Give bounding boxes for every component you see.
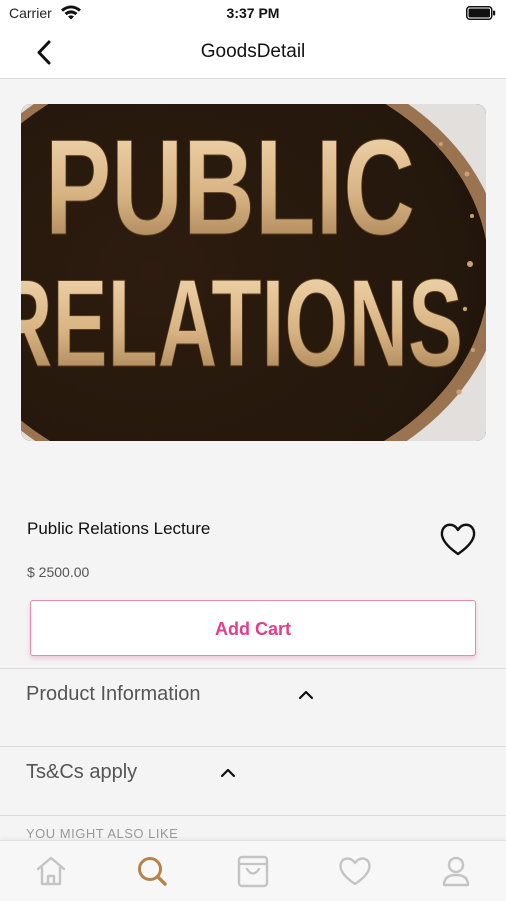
tab-cart[interactable] xyxy=(233,853,273,889)
tab-favorites[interactable] xyxy=(335,853,375,889)
add-cart-button[interactable]: Add Cart xyxy=(30,600,476,656)
heart-outline-icon xyxy=(440,523,476,556)
status-time: 3:37 PM xyxy=(226,5,280,21)
product-image: PUBLIC RELATIONS xyxy=(21,104,486,441)
search-icon xyxy=(138,857,167,886)
home-icon xyxy=(36,856,66,886)
tab-bar xyxy=(0,840,506,901)
tab-search[interactable] xyxy=(132,853,172,889)
chevron-up-icon xyxy=(298,690,314,700)
battery-icon xyxy=(466,6,496,20)
image-text-relations: RELATIONS xyxy=(21,255,463,393)
section-label: Ts&Cs apply xyxy=(26,761,138,783)
image-text-public: PUBLIC xyxy=(45,111,415,263)
chevron-up-icon xyxy=(220,768,236,778)
favorite-button[interactable] xyxy=(436,518,480,560)
navigation-bar: GoodsDetail xyxy=(0,28,506,79)
section-product-information[interactable]: Product Information xyxy=(0,668,506,745)
shopping-bag-icon xyxy=(237,855,269,888)
heart-icon xyxy=(339,857,371,886)
divider xyxy=(0,815,506,816)
page-title: GoodsDetail xyxy=(200,41,306,62)
status-bar: Carrier 3:37 PM xyxy=(0,0,506,28)
section-label: Product Information xyxy=(26,683,201,705)
tab-profile[interactable] xyxy=(436,853,476,889)
recommendations-heading: YOU MIGHT ALSO LIKE xyxy=(26,826,179,841)
product-name: Public Relations Lecture xyxy=(27,519,211,538)
section-terms[interactable]: Ts&Cs apply xyxy=(0,746,506,823)
product-price: $ 2500.00 xyxy=(27,564,90,580)
user-icon xyxy=(442,856,470,887)
tab-home[interactable] xyxy=(31,853,71,889)
